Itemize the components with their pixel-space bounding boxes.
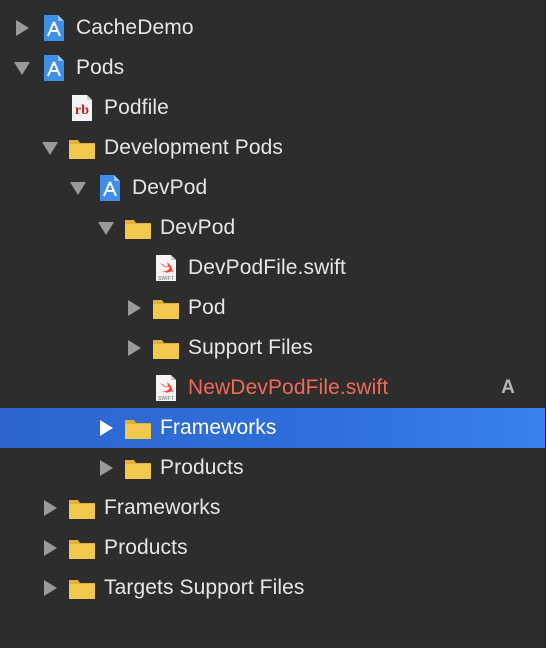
folder-icon bbox=[153, 340, 179, 359]
tree-row-label: Development Pods bbox=[104, 136, 284, 159]
tree-row-label: Support Files bbox=[188, 336, 314, 359]
folder-icon bbox=[69, 500, 95, 519]
tree-row-label: CacheDemo bbox=[76, 16, 194, 39]
tree-row-devpod-project[interactable]: DevPod bbox=[0, 168, 545, 208]
tree-row-label: Targets Support Files bbox=[104, 576, 305, 599]
tree-row-label: NewDevPodFile.swift bbox=[188, 376, 389, 399]
disclosure-expanded-icon[interactable] bbox=[40, 128, 60, 168]
disclosure-expanded-icon[interactable] bbox=[96, 208, 116, 248]
disclosure-collapsed-icon[interactable] bbox=[40, 488, 60, 528]
tree-row-support-files[interactable]: Support Files bbox=[0, 328, 545, 368]
tree-row-cachedemo[interactable]: CacheDemo bbox=[0, 8, 545, 48]
folder-icon bbox=[69, 540, 95, 559]
disclosure-collapsed-icon[interactable] bbox=[96, 448, 116, 488]
disclosure-expanded-icon[interactable] bbox=[12, 48, 32, 88]
tree-row-label: DevPod bbox=[160, 216, 236, 239]
folder-icon bbox=[125, 460, 151, 479]
tree-row-pods[interactable]: Pods bbox=[0, 48, 545, 88]
source-control-status-badge: A bbox=[501, 377, 515, 398]
disclosure-collapsed-icon[interactable] bbox=[124, 288, 144, 328]
tree-row-targets-support-files[interactable]: Targets Support Files bbox=[0, 568, 545, 608]
tree-row-label: Pods bbox=[76, 56, 125, 79]
tree-row-label: Products bbox=[160, 456, 244, 479]
project-navigator: CacheDemo Pods rb Podfile Development Po… bbox=[0, 0, 546, 648]
tree-row-label: Pod bbox=[188, 296, 226, 319]
tree-row-frameworks[interactable]: Frameworks bbox=[0, 488, 545, 528]
tree-row-newdevpodfile-swift[interactable]: SWIFT NewDevPodFile.swift A bbox=[0, 368, 545, 408]
tree-row-label: DevPod bbox=[132, 176, 208, 199]
folder-icon bbox=[69, 140, 95, 159]
tree-row-podfile[interactable]: rb Podfile bbox=[0, 88, 545, 128]
xcode-project-icon bbox=[44, 55, 64, 81]
tree-row-devpod-folder[interactable]: DevPod bbox=[0, 208, 545, 248]
svg-text:SWIFT: SWIFT bbox=[158, 276, 174, 282]
disclosure-collapsed-icon[interactable] bbox=[40, 528, 60, 568]
tree-row-frameworks-devpod[interactable]: Frameworks bbox=[0, 408, 545, 448]
disclosure-collapsed-icon[interactable] bbox=[40, 568, 60, 608]
folder-icon bbox=[153, 300, 179, 319]
disclosure-expanded-icon[interactable] bbox=[68, 168, 88, 208]
svg-text:SWIFT: SWIFT bbox=[158, 396, 174, 402]
tree-row-development-pods[interactable]: Development Pods bbox=[0, 128, 545, 168]
tree-row-pod[interactable]: Pod bbox=[0, 288, 545, 328]
folder-icon bbox=[69, 580, 95, 599]
disclosure-collapsed-icon[interactable] bbox=[12, 8, 32, 48]
tree-row-label: Podfile bbox=[104, 96, 169, 119]
ruby-file-icon: rb bbox=[72, 95, 92, 121]
tree-row-label: Products bbox=[104, 536, 188, 559]
tree-row-label: Frameworks bbox=[160, 416, 277, 439]
folder-icon bbox=[125, 420, 151, 439]
tree-row-products-devpod[interactable]: Products bbox=[0, 448, 545, 488]
xcode-project-icon bbox=[44, 15, 64, 41]
svg-text:rb: rb bbox=[75, 103, 89, 118]
tree-row-devpodfile-swift[interactable]: SWIFT DevPodFile.swift bbox=[0, 248, 545, 288]
disclosure-collapsed-icon[interactable] bbox=[124, 328, 144, 368]
folder-icon bbox=[125, 220, 151, 239]
swift-file-icon: SWIFT bbox=[156, 255, 176, 282]
swift-file-icon: SWIFT bbox=[156, 375, 176, 402]
tree-row-label: DevPodFile.swift bbox=[188, 256, 346, 279]
tree-row-label: Frameworks bbox=[104, 496, 221, 519]
disclosure-collapsed-icon[interactable] bbox=[96, 408, 116, 448]
xcode-project-icon bbox=[100, 175, 120, 201]
tree-row-products[interactable]: Products bbox=[0, 528, 545, 568]
